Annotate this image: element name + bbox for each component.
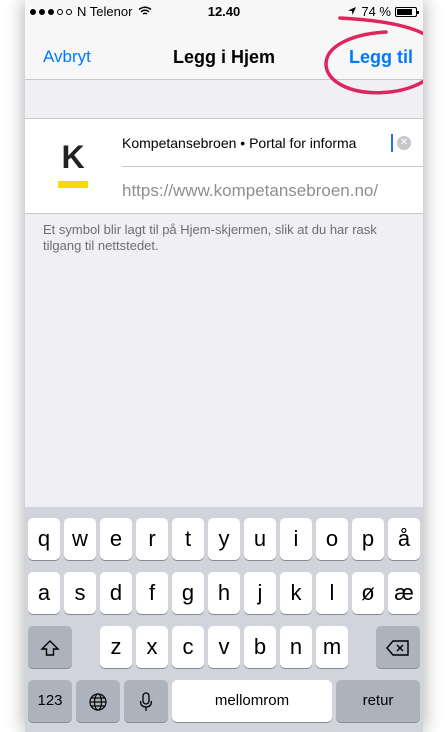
numbers-key[interactable]: 123	[28, 680, 72, 722]
key-h[interactable]: h	[208, 572, 240, 614]
backspace-key[interactable]	[376, 626, 420, 668]
key-o-slash[interactable]: ø	[352, 572, 384, 614]
key-o[interactable]: o	[316, 518, 348, 560]
key-g[interactable]: g	[172, 572, 204, 614]
site-icon-bar	[58, 181, 88, 188]
backspace-icon	[386, 640, 409, 656]
key-n[interactable]: n	[280, 626, 312, 668]
clear-icon[interactable]: ✕	[397, 136, 411, 150]
shift-icon	[40, 640, 60, 656]
key-y[interactable]: y	[208, 518, 240, 560]
key-ae[interactable]: æ	[388, 572, 420, 614]
key-w[interactable]: w	[64, 518, 96, 560]
key-u[interactable]: u	[244, 518, 276, 560]
location-arrow-icon	[347, 4, 357, 19]
keyboard: q w e r t y u i o p å a s d f g h j k l …	[25, 507, 423, 732]
key-k[interactable]: k	[280, 572, 312, 614]
globe-key[interactable]	[76, 680, 120, 722]
key-a[interactable]: a	[28, 572, 60, 614]
add-button[interactable]: Legg til	[349, 47, 413, 68]
title-input[interactable]: Kompetansebroen • Portal for informa ✕	[122, 119, 423, 167]
microphone-icon	[139, 692, 153, 712]
navigation-bar: Avbryt Legg i Hjem Legg til	[25, 22, 423, 80]
key-c[interactable]: c	[172, 626, 204, 668]
site-icon-letter: K	[61, 139, 85, 175]
key-s[interactable]: s	[64, 572, 96, 614]
key-j[interactable]: j	[244, 572, 276, 614]
space-key[interactable]: mellomrom	[172, 680, 332, 722]
shift-key[interactable]	[28, 626, 72, 668]
text-cursor	[391, 133, 393, 152]
title-input-value: Kompetansebroen • Portal for informa	[122, 134, 357, 151]
return-key[interactable]: retur	[336, 680, 420, 722]
key-z[interactable]: z	[100, 626, 132, 668]
key-a-ring[interactable]: å	[388, 518, 420, 560]
globe-icon	[89, 693, 107, 711]
key-v[interactable]: v	[208, 626, 240, 668]
status-right: 74 %	[347, 4, 419, 19]
key-m[interactable]: m	[316, 626, 348, 668]
key-q[interactable]: q	[28, 518, 60, 560]
key-i[interactable]: i	[280, 518, 312, 560]
microphone-key[interactable]	[124, 680, 168, 722]
battery-icon	[395, 6, 419, 17]
key-r[interactable]: r	[136, 518, 168, 560]
bookmark-card: K Kompetansebroen • Portal for informa ✕…	[25, 118, 423, 214]
info-text: Et symbol blir lagt til på Hjem-skjermen…	[43, 222, 377, 253]
url-text: https://www.kompetansebroen.no/	[122, 181, 379, 200]
device-screen: N Telenor 12.40 74 % Avbryt Legg i Hjem …	[25, 0, 423, 732]
key-t[interactable]: t	[172, 518, 204, 560]
key-x[interactable]: x	[136, 626, 168, 668]
key-p[interactable]: p	[352, 518, 384, 560]
site-icon: K	[55, 139, 91, 195]
key-l[interactable]: l	[316, 572, 348, 614]
key-f[interactable]: f	[136, 572, 168, 614]
status-bar: N Telenor 12.40 74 %	[25, 0, 423, 22]
key-b[interactable]: b	[244, 626, 276, 668]
battery-percent: 74 %	[361, 4, 391, 19]
key-d[interactable]: d	[100, 572, 132, 614]
key-e[interactable]: e	[100, 518, 132, 560]
